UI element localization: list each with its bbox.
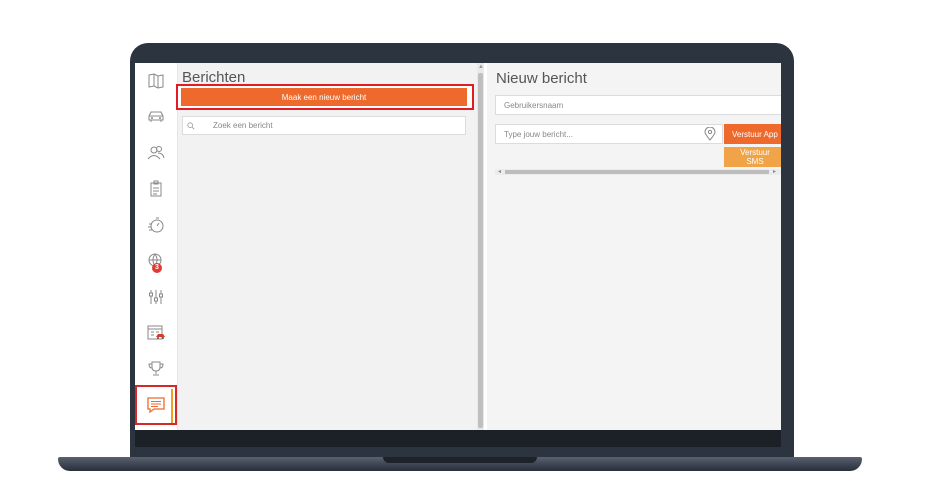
compose-panel: Nieuw bericht Verstuur App Verstuur SMS … bbox=[487, 63, 781, 430]
new-message-button[interactable]: Maak een nieuw bericht bbox=[181, 88, 467, 106]
active-indicator bbox=[171, 389, 173, 423]
stopwatch-icon bbox=[148, 217, 164, 233]
scroll-right-arrow-icon[interactable]: ▸ bbox=[773, 168, 776, 175]
send-sms-button[interactable]: Verstuur SMS bbox=[724, 147, 781, 167]
sidebar-item-timer[interactable] bbox=[135, 209, 177, 241]
vertical-scrollbar[interactable] bbox=[477, 63, 484, 430]
sidebar-item-globe[interactable]: 3 bbox=[135, 245, 177, 277]
trophy-icon bbox=[148, 361, 164, 376]
messages-panel: Berichten Maak een nieuw bericht ▲ bbox=[176, 63, 484, 430]
chat-icon bbox=[147, 397, 165, 414]
screen-chin bbox=[135, 430, 781, 447]
sidebar-item-messages[interactable] bbox=[135, 385, 177, 425]
sidebar-item-settings[interactable] bbox=[135, 281, 177, 313]
calendar-car-icon bbox=[147, 325, 165, 340]
search-icon bbox=[183, 121, 201, 130]
compose-title: Nieuw bericht bbox=[496, 70, 587, 87]
sidebar-item-tasks[interactable] bbox=[135, 173, 177, 205]
new-message-highlight: Maak een nieuw bericht bbox=[176, 84, 474, 110]
users-icon bbox=[147, 146, 165, 160]
scrollbar-thumb[interactable] bbox=[505, 170, 769, 174]
search-box bbox=[182, 116, 466, 135]
app-screen: 3 Berichten Maak een nieuw bericht Zoek … bbox=[135, 63, 781, 430]
send-app-button[interactable]: Verstuur App bbox=[724, 124, 781, 144]
sidebar-item-rewards[interactable] bbox=[135, 353, 177, 385]
scroll-left-arrow-icon[interactable]: ◂ bbox=[498, 168, 501, 175]
sidebar-item-map[interactable] bbox=[135, 65, 177, 97]
car-icon bbox=[148, 111, 164, 122]
clipboard-icon bbox=[150, 180, 162, 197]
laptop-notch bbox=[383, 457, 537, 463]
scroll-up-arrow-icon[interactable]: ▲ bbox=[478, 64, 484, 70]
sidebar: 3 bbox=[135, 63, 178, 430]
message-box bbox=[495, 124, 723, 144]
map-icon bbox=[148, 73, 164, 89]
horizontal-scrollbar[interactable] bbox=[495, 169, 781, 175]
scrollbar-thumb[interactable] bbox=[478, 73, 483, 428]
sliders-icon bbox=[149, 290, 163, 304]
search-input[interactable] bbox=[211, 120, 445, 131]
notification-badge: 3 bbox=[152, 263, 162, 273]
location-pin-icon[interactable] bbox=[702, 127, 718, 141]
sidebar-item-planning[interactable] bbox=[135, 317, 177, 349]
sidebar-item-vehicles[interactable] bbox=[135, 101, 177, 133]
message-input[interactable] bbox=[496, 128, 702, 140]
sidebar-item-users[interactable] bbox=[135, 137, 177, 169]
recipient-input[interactable] bbox=[495, 95, 781, 115]
